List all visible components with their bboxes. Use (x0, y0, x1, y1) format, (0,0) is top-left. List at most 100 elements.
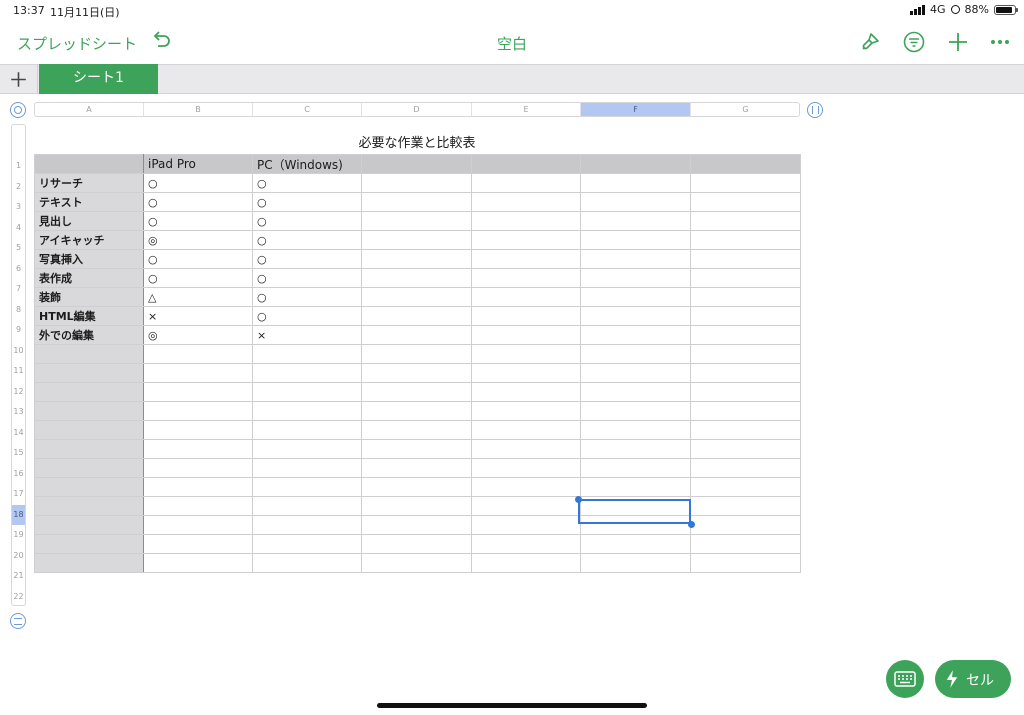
table-cell[interactable] (690, 439, 801, 459)
table-cell[interactable] (580, 344, 691, 364)
table-cell[interactable] (580, 553, 691, 573)
table-cell[interactable] (580, 401, 691, 421)
table-cell[interactable] (143, 553, 253, 573)
row-label-cell[interactable] (34, 496, 144, 516)
table-cell[interactable] (143, 344, 253, 364)
table-cell[interactable] (471, 458, 581, 478)
table-cell[interactable] (143, 420, 253, 440)
row-header[interactable]: 7 (12, 279, 25, 300)
row-label-cell[interactable] (34, 382, 144, 402)
table-cell[interactable] (361, 173, 472, 193)
table-cell[interactable] (580, 325, 691, 345)
table-cell[interactable] (143, 401, 253, 421)
keyboard-button[interactable] (886, 660, 924, 698)
table-cell[interactable]: △ (143, 287, 253, 307)
header-cell[interactable] (471, 154, 581, 174)
more-icon[interactable] (988, 30, 1012, 54)
row-header[interactable]: 18 (12, 504, 25, 525)
row-label-cell[interactable] (34, 344, 144, 364)
row-header[interactable]: 15 (12, 443, 25, 464)
table-cell[interactable] (471, 515, 581, 535)
table-cell[interactable] (252, 401, 362, 421)
column-header[interactable]: E (472, 103, 581, 116)
table-cell[interactable] (580, 306, 691, 326)
table-cell[interactable] (361, 515, 472, 535)
table-cell[interactable]: ○ (252, 211, 362, 231)
table-cell[interactable] (580, 268, 691, 288)
table-cell[interactable] (471, 534, 581, 554)
table-cell[interactable] (143, 515, 253, 535)
table-cell[interactable]: ○ (252, 173, 362, 193)
row-header[interactable]: 14 (12, 423, 25, 444)
table-cell[interactable] (471, 382, 581, 402)
row-label-cell[interactable] (34, 515, 144, 535)
add-sheet-button[interactable] (0, 65, 38, 94)
row-label-cell[interactable]: 外での編集 (34, 325, 144, 345)
table-cell[interactable]: ○ (252, 306, 362, 326)
table-cell[interactable] (252, 477, 362, 497)
row-label-cell[interactable] (34, 401, 144, 421)
row-header[interactable]: 5 (12, 238, 25, 259)
row-label-cell[interactable]: テキスト (34, 192, 144, 212)
table-cell[interactable] (361, 420, 472, 440)
table-cell[interactable] (471, 420, 581, 440)
table-cell[interactable] (252, 344, 362, 364)
table-cell[interactable] (690, 420, 801, 440)
row-header[interactable]: 1 (12, 156, 25, 177)
column-header[interactable]: B (144, 103, 253, 116)
table-cell[interactable] (361, 439, 472, 459)
table-cell[interactable] (580, 458, 691, 478)
row-header[interactable]: 10 (12, 341, 25, 362)
header-cell[interactable]: iPad Pro (143, 154, 253, 174)
table-cell[interactable] (143, 363, 253, 383)
row-label-cell[interactable]: HTML編集 (34, 306, 144, 326)
table-cell[interactable] (580, 382, 691, 402)
table-cell[interactable] (690, 230, 801, 250)
table-cell[interactable]: ○ (143, 268, 253, 288)
row-label-cell[interactable] (34, 458, 144, 478)
table-cell[interactable] (143, 496, 253, 516)
table-cell[interactable] (580, 477, 691, 497)
row-header[interactable]: 21 (12, 566, 25, 587)
table-cell[interactable]: ◎ (143, 325, 253, 345)
selection-handle-bottom-right[interactable] (688, 521, 695, 528)
table-cell[interactable] (690, 496, 801, 516)
table-cell[interactable] (471, 439, 581, 459)
table-cell[interactable] (361, 477, 472, 497)
table-cell[interactable] (471, 287, 581, 307)
table-cell[interactable] (471, 325, 581, 345)
table-cell[interactable] (252, 363, 362, 383)
table-cell[interactable] (471, 553, 581, 573)
table-cell[interactable] (471, 401, 581, 421)
table-cell[interactable] (252, 458, 362, 478)
table-cell[interactable] (690, 534, 801, 554)
table-cell[interactable] (580, 211, 691, 231)
filter-icon[interactable] (902, 30, 926, 54)
table-cell[interactable] (580, 230, 691, 250)
header-cell[interactable] (580, 154, 691, 174)
table-cell[interactable] (252, 439, 362, 459)
table-cell[interactable] (471, 249, 581, 269)
header-cell[interactable]: PC（Windows) (252, 154, 362, 174)
header-cell[interactable] (690, 154, 801, 174)
row-label-cell[interactable] (34, 439, 144, 459)
table-cell[interactable] (252, 382, 362, 402)
table-cell[interactable] (471, 211, 581, 231)
column-header[interactable]: C (253, 103, 362, 116)
row-label-cell[interactable]: リサーチ (34, 173, 144, 193)
table-cell[interactable] (580, 363, 691, 383)
table-cell[interactable] (471, 477, 581, 497)
table-cell[interactable] (690, 458, 801, 478)
table-cell[interactable] (361, 458, 472, 478)
row-header[interactable]: 12 (12, 382, 25, 403)
table-cell[interactable] (690, 173, 801, 193)
table-cell[interactable]: ○ (252, 268, 362, 288)
table-cell[interactable] (690, 553, 801, 573)
table-cell[interactable] (361, 211, 472, 231)
row-header[interactable]: 22 (12, 587, 25, 608)
table-cell[interactable] (580, 287, 691, 307)
table-cell[interactable] (580, 173, 691, 193)
table-cell[interactable]: ○ (252, 287, 362, 307)
table-cell[interactable]: ○ (143, 192, 253, 212)
table-cell[interactable] (252, 496, 362, 516)
